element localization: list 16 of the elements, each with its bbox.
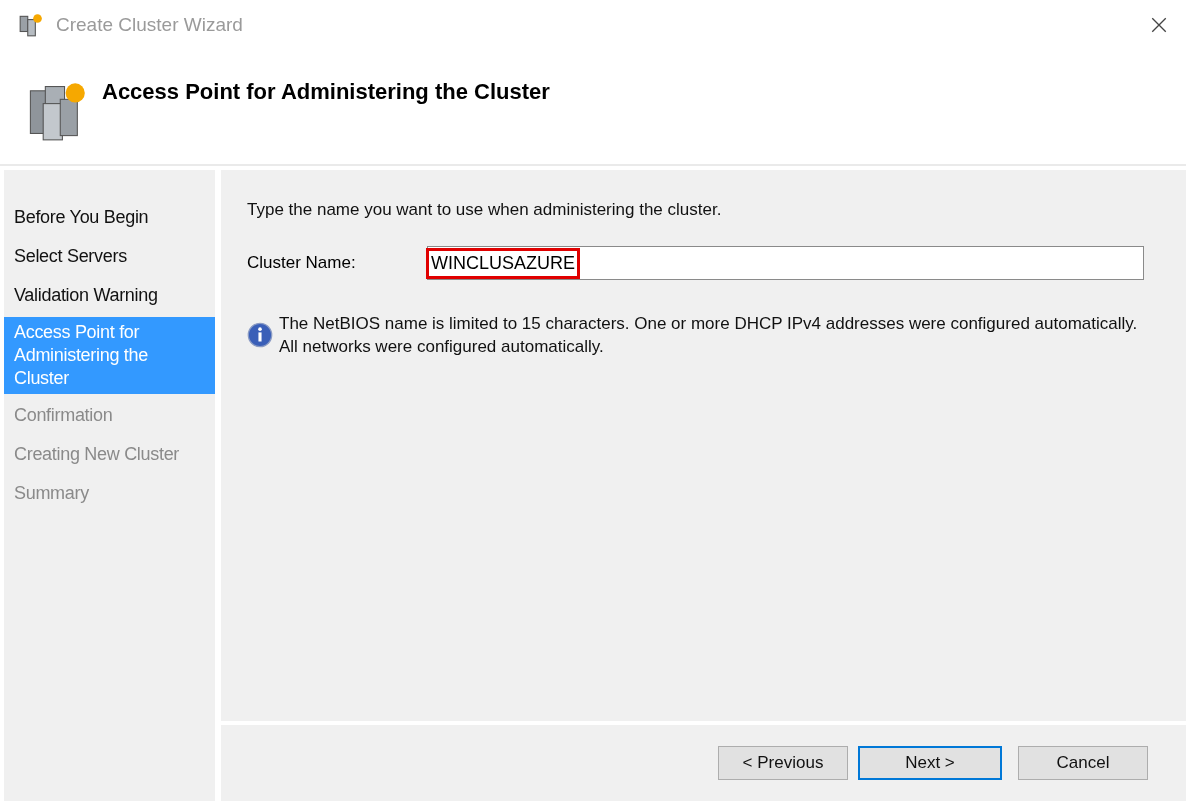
wizard-button[interactable]: Next > <box>858 746 1002 780</box>
window-title: Create Cluster Wizard <box>56 14 244 36</box>
step-item[interactable]: Select Servers <box>4 239 215 274</box>
close-icon[interactable] <box>1150 16 1168 34</box>
servers-icon <box>18 12 44 38</box>
wizard-button[interactable]: < Previous <box>718 746 848 780</box>
field-label: Cluster Name: <box>247 253 357 273</box>
page-title: Access Point for Administering the Cluster <box>102 79 550 105</box>
step-item[interactable]: Before You Begin <box>4 200 215 235</box>
wizard-button[interactable]: Cancel <box>1018 746 1148 780</box>
info-icon <box>247 322 273 348</box>
field-value: WINCLUSAZURE <box>428 249 578 277</box>
info-text: The NetBIOS name is limited to 15 characters. One or more DHCP IPv4 addresses were configured automatically. All networks were configured automatically. <box>279 313 1139 358</box>
cluster-name-field[interactable]: WINCLUSAZURE <box>427 246 1144 280</box>
instruction-text: Type the name you want to use when administering the cluster. <box>247 200 723 220</box>
step-item[interactable]: Validation Warning <box>4 278 215 313</box>
